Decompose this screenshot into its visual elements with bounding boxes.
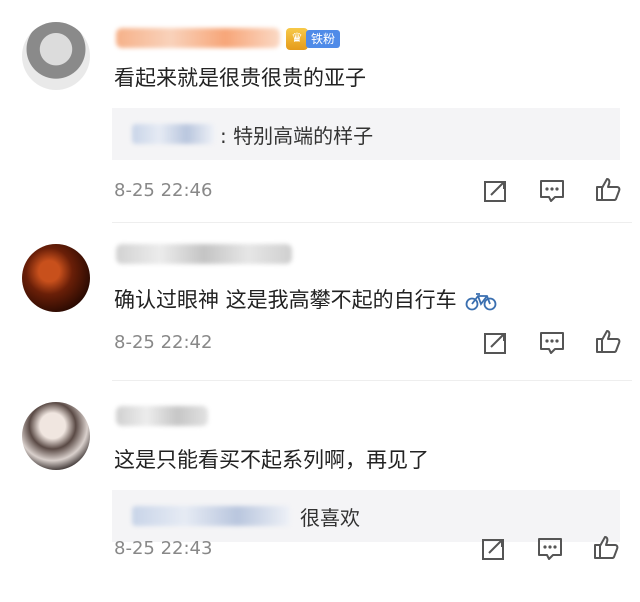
timestamp: 8-25 22:46 <box>114 180 213 201</box>
thumbs-up-icon[interactable] <box>594 176 622 202</box>
avatar[interactable] <box>22 402 90 470</box>
comment-item: 这是只能看买不起系列啊，再见了 很喜欢 8-25 22:43 <box>0 360 640 560</box>
username-blurred[interactable] <box>116 28 280 48</box>
fan-badge[interactable]: ♛ 铁粉 <box>286 28 340 50</box>
comment-icon[interactable] <box>538 330 566 356</box>
share-icon[interactable] <box>480 536 508 562</box>
username-blurred[interactable] <box>116 406 208 426</box>
timestamp: 8-25 22:42 <box>114 332 213 353</box>
timestamp: 8-25 22:43 <box>114 538 213 559</box>
avatar[interactable] <box>22 244 90 312</box>
thumbs-up-icon[interactable] <box>592 534 620 560</box>
share-icon[interactable] <box>482 330 510 356</box>
reply-username-blurred[interactable] <box>132 124 214 144</box>
comment-item: ♛ 铁粉 看起来就是很贵很贵的亚子 : 特别高端的样子 8-25 22:46 <box>0 0 640 202</box>
badge-label: 铁粉 <box>306 30 340 48</box>
comment-item: 确认过眼神 这是我高攀不起的自行车 8-25 22:42 <box>0 200 640 360</box>
thumbs-up-icon[interactable] <box>594 328 622 354</box>
reply-text: 很喜欢 <box>300 506 360 530</box>
reply-box[interactable]: 很喜欢 <box>112 490 620 542</box>
comment-text: 看起来就是很贵很贵的亚子 <box>114 66 366 90</box>
bicycle-emoji <box>465 293 497 311</box>
comment-text-content: 确认过眼神 这是我高攀不起的自行车 <box>114 288 457 312</box>
username-blurred[interactable] <box>116 244 292 264</box>
comment-icon[interactable] <box>536 536 564 562</box>
avatar[interactable] <box>22 22 90 90</box>
reply-box[interactable]: : 特别高端的样子 <box>112 108 620 160</box>
reply-username-blurred[interactable] <box>132 506 290 526</box>
crown-icon: ♛ <box>286 28 308 50</box>
comment-text: 确认过眼神 这是我高攀不起的自行车 <box>114 284 497 314</box>
comment-text: 这是只能看买不起系列啊，再见了 <box>114 448 429 472</box>
reply-text: : 特别高端的样子 <box>220 124 374 148</box>
